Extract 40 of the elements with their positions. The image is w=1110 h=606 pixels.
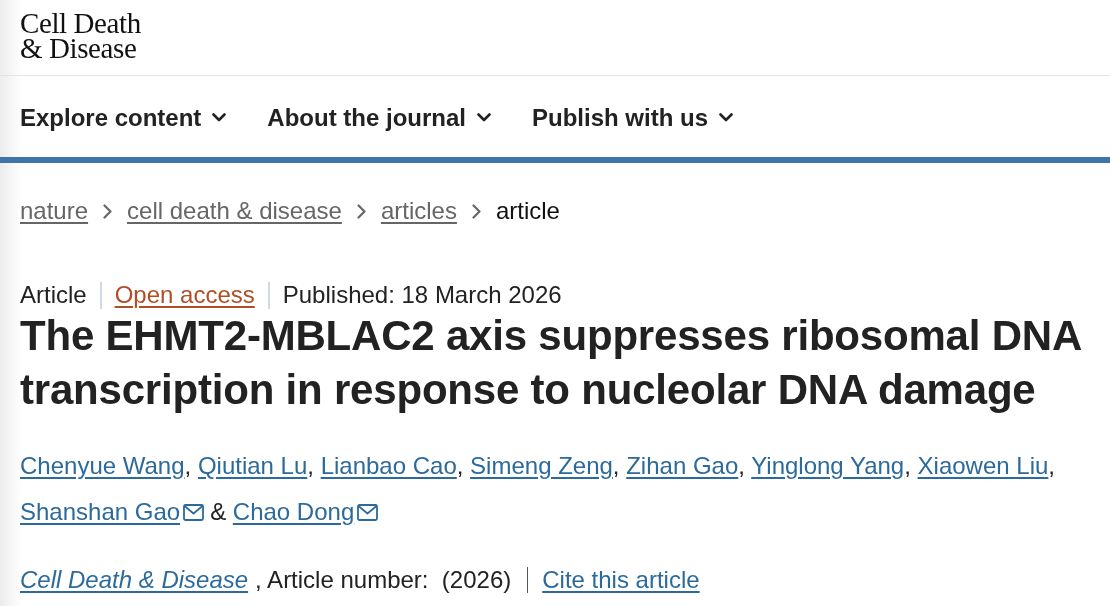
mail-icon[interactable]	[357, 504, 379, 521]
current-page-text: article	[495, 197, 560, 225]
author-separator: ,	[184, 452, 192, 479]
author-link[interactable]: Xiaowen Liu	[917, 452, 1049, 479]
breadcrumb-link[interactable]: cell death & disease	[127, 197, 342, 225]
chevron-down-icon	[212, 113, 227, 122]
author-separator: ,	[1048, 452, 1055, 479]
author-link[interactable]: Chao Dong	[232, 498, 355, 525]
author-link[interactable]: Yinglong Yang	[751, 452, 905, 479]
article-title: The EHMT2-MBLAC2 axis suppresses ribosomal DNA transcription in response to nucleolar DNA damage	[20, 311, 1082, 415]
nav-menu-button[interactable]: Explore content	[20, 103, 227, 132]
published-date: Published: 18 March 2026	[282, 281, 562, 309]
breadcrumb-link[interactable]: nature	[20, 197, 89, 225]
open-access-link[interactable]: Open access	[114, 281, 255, 309]
chevron-right-icon	[356, 203, 366, 219]
journal-link[interactable]: Cell Death & Disease	[20, 566, 249, 594]
article-type-label: Article	[20, 281, 87, 309]
author-separator: ,	[307, 452, 314, 479]
journal-logo[interactable]: Cell Death & Disease	[20, 11, 141, 61]
cite-article-link[interactable]: Cite this article	[542, 566, 700, 594]
author-separator: ,	[612, 452, 620, 479]
author-link[interactable]: Lianbao Cao	[320, 452, 457, 479]
article-number-text: , Article number: (2026)	[255, 566, 512, 594]
nav-menu-button[interactable]: Publish with us	[532, 103, 734, 132]
author-link[interactable]: Zihan Gao	[626, 452, 739, 479]
author-separator: ,	[456, 452, 464, 479]
author-separator: &	[210, 498, 227, 525]
author-link[interactable]: Qiutian Lu	[197, 452, 308, 479]
mail-icon[interactable]	[183, 504, 205, 521]
author-separator: ,	[738, 452, 745, 479]
author-link[interactable]: Shanshan Gao	[20, 498, 181, 525]
chevron-down-icon	[719, 113, 734, 122]
author-separator: ,	[904, 452, 911, 479]
chevron-down-icon	[477, 113, 491, 122]
author-link[interactable]: Simeng Zeng	[470, 452, 613, 479]
chevron-right-icon	[471, 203, 481, 219]
nav-menu-button[interactable]: About the journal	[267, 103, 491, 132]
breadcrumb-link[interactable]: articles	[380, 197, 457, 225]
author-link[interactable]: Chenyue Wang	[20, 452, 185, 479]
chevron-right-icon	[103, 203, 113, 219]
